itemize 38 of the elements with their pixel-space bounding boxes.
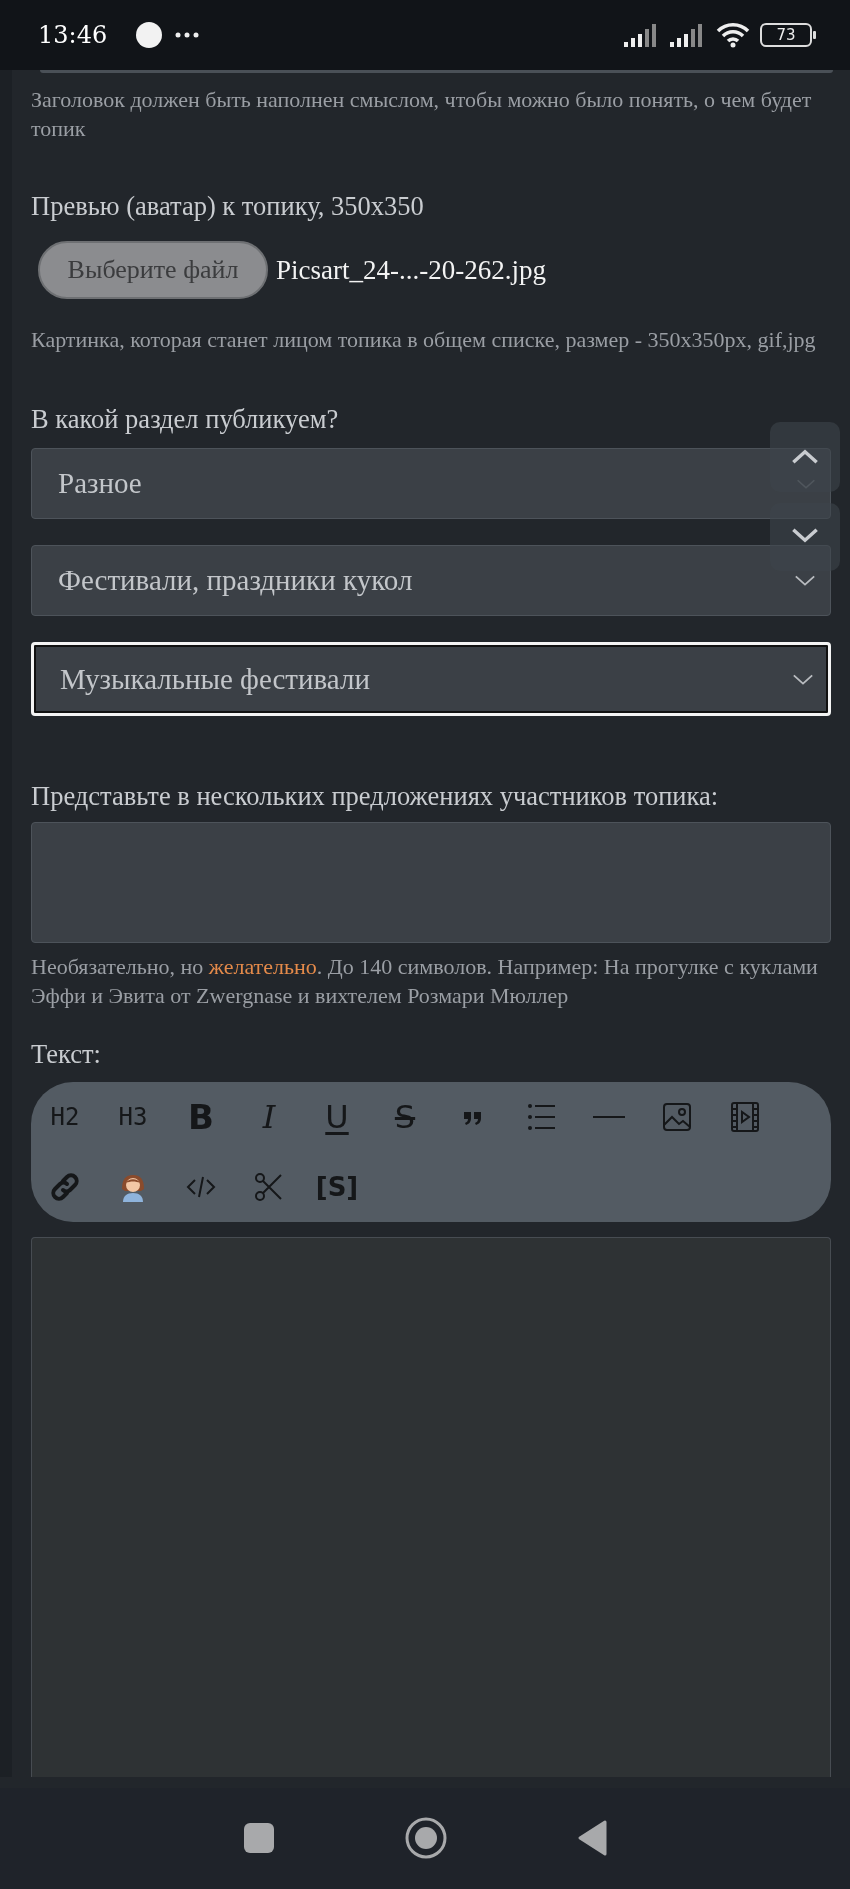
spoiler-button[interactable]: [S] xyxy=(303,1152,371,1222)
hint-text: Картинка, которая станет лицом топика в общем списке, размер - 350x350px, gif,jpg xyxy=(31,326,817,354)
participants-input[interactable] xyxy=(31,822,831,943)
chevron-down-icon xyxy=(791,527,819,543)
underline-button[interactable]: U xyxy=(303,1082,371,1152)
heading-button[interactable]: H3 xyxy=(99,1082,167,1152)
strikethrough-button[interactable]: S xyxy=(371,1082,439,1152)
hint-text: Заголовок должен быть наполнен смыслом, чтобы можно было понять, о чем будет топик xyxy=(31,86,813,143)
italic-button[interactable]: I xyxy=(235,1082,303,1152)
field-label: В какой раздел публикуем? xyxy=(31,404,340,434)
film-icon xyxy=(729,1101,761,1133)
wifi-icon xyxy=(716,22,750,48)
hint-text: Необязательно, но желательно. До 140 символов. Например: На прогулке с куклами Эффи и Эвита от Zwergnase и вихтелем Розмари Мюллер xyxy=(31,953,819,1010)
link-icon xyxy=(49,1171,81,1203)
section-select[interactable]: Фестивали, праздники кукол xyxy=(31,545,831,616)
chevron-down-icon xyxy=(792,672,814,686)
section-select[interactable]: Разное xyxy=(31,448,831,519)
section-select[interactable]: Музыкальные фестивали xyxy=(31,642,831,716)
bold-button[interactable]: B xyxy=(167,1082,235,1152)
scissors-icon xyxy=(253,1171,285,1203)
file-name: Picsart_24-...-20-262.jpg xyxy=(276,254,546,286)
chevron-up-icon xyxy=(791,449,819,465)
title-field[interactable] xyxy=(40,70,833,73)
recents-button[interactable] xyxy=(243,1821,275,1854)
chevron-down-icon xyxy=(794,574,816,587)
image-icon xyxy=(661,1101,693,1133)
field-label: Представьте в нескольких предложениях участников топика: xyxy=(31,781,720,811)
field-label: Текст: xyxy=(31,1039,102,1069)
heading-button[interactable]: H2 xyxy=(31,1082,99,1152)
home-button[interactable] xyxy=(405,1816,447,1859)
notification-dot-icon xyxy=(135,21,164,49)
list-icon xyxy=(525,1101,557,1133)
more-icon xyxy=(175,32,200,38)
back-button[interactable] xyxy=(577,1819,607,1856)
clock: 13:46 xyxy=(38,21,108,49)
horizontal-rule-icon xyxy=(593,1116,625,1118)
choose-file-button[interactable]: Выберите файл xyxy=(38,241,268,299)
field-label: Превью (аватар) к топику, 350x350 xyxy=(31,191,425,221)
